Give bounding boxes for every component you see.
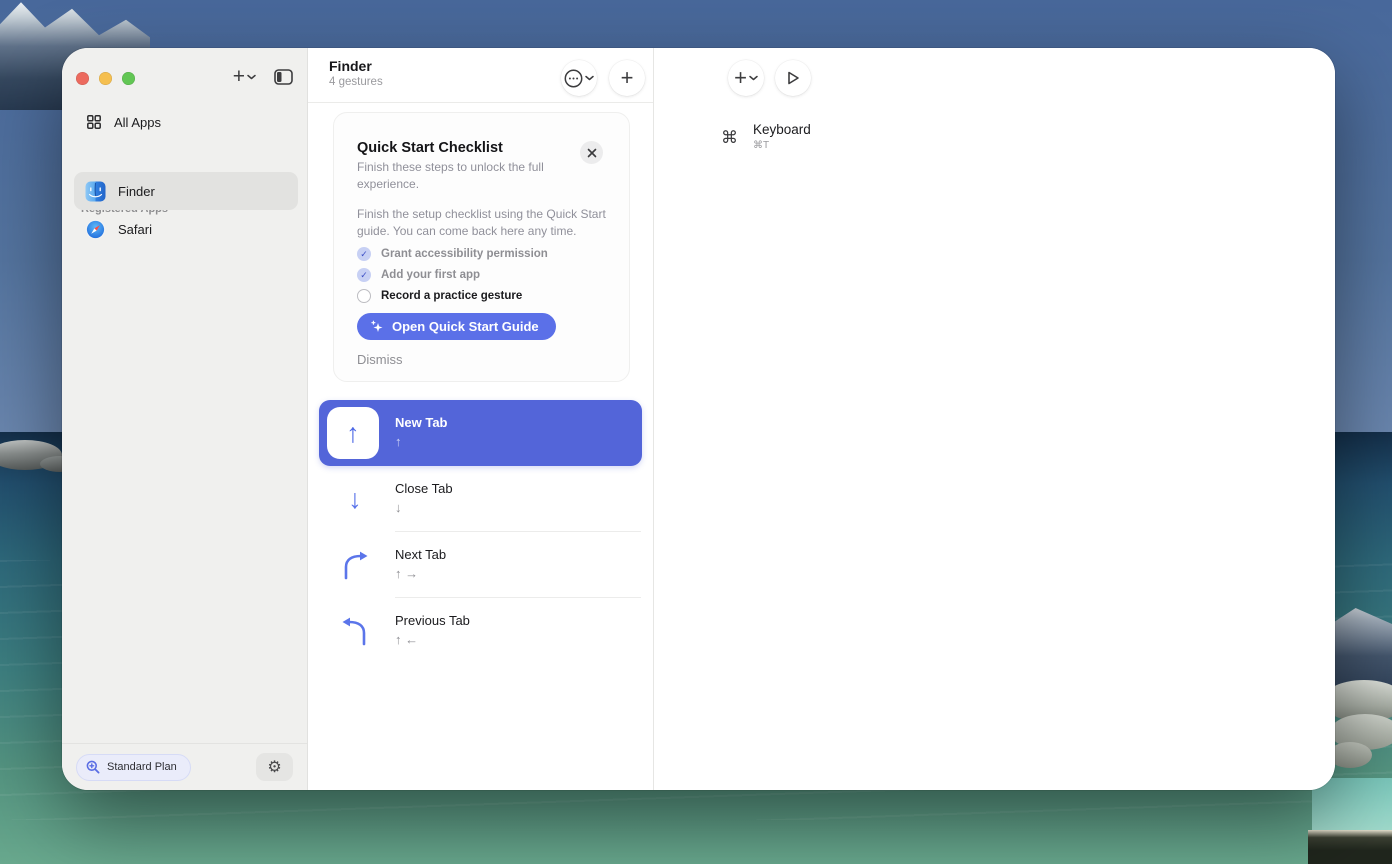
- plan-badge[interactable]: Standard Plan: [76, 754, 191, 781]
- checklist-item-label: Grant accessibility permission: [381, 248, 548, 260]
- sidebar-item-safari[interactable]: Safari: [74, 210, 298, 248]
- sidebar-footer: Standard Plan ⚙: [62, 743, 307, 790]
- more-options-button[interactable]: [561, 60, 597, 96]
- quick-start-checklist-card: Quick Start Checklist Finish these steps…: [333, 112, 630, 382]
- gesture-row-next-tab[interactable]: Next Tab ↑ →: [308, 532, 654, 598]
- gesture-title: Close Tab: [395, 481, 453, 496]
- plus-icon: +: [621, 67, 634, 89]
- finder-app-icon: [85, 181, 106, 202]
- gesture-shortcut: ↑: [395, 434, 448, 449]
- checklist-title: Quick Start Checklist: [357, 140, 503, 156]
- chevron-down-icon: [247, 74, 256, 80]
- checklist-item: ✓ Add your first app: [357, 266, 480, 284]
- zoom-window-button[interactable]: [122, 72, 135, 85]
- toggle-sidebar-button[interactable]: [274, 69, 293, 85]
- chevron-down-icon: [585, 75, 594, 81]
- checklist-item-label: Record a practice gesture: [381, 290, 522, 302]
- magnifier-plus-icon: [86, 760, 100, 774]
- open-quick-start-guide-button[interactable]: Open Quick Start Guide: [357, 313, 556, 340]
- add-action-button[interactable]: +: [728, 60, 764, 96]
- plus-icon: +: [734, 67, 747, 89]
- gesture-shortcut: ↑ →: [395, 566, 446, 581]
- gesture-row-close-tab[interactable]: ↓ Close Tab ↓: [308, 466, 654, 532]
- close-icon: [587, 148, 597, 158]
- gesture-shortcut: ↑ ←: [395, 632, 470, 647]
- wallpaper-shore: [1308, 830, 1392, 864]
- gesture-title: Previous Tab: [395, 613, 470, 628]
- cta-label: Open Quick Start Guide: [392, 319, 539, 334]
- action-title: Keyboard: [753, 122, 811, 137]
- checked-circle-icon: ✓: [357, 268, 371, 282]
- gear-icon: ⚙: [267, 757, 281, 777]
- checked-circle-icon: ✓: [357, 247, 371, 261]
- grid-icon: [87, 115, 101, 129]
- sidebar-toggle-icon: [274, 69, 293, 85]
- gesture-shortcut: ↓: [395, 500, 453, 515]
- sidebar-item-all-apps[interactable]: All Apps: [74, 107, 297, 137]
- actions-panel: + ⌘ Keyboard ⌘T: [655, 48, 1335, 790]
- gesture-title: New Tab: [395, 415, 448, 430]
- gestures-header: Finder 4 gestures +: [308, 48, 653, 103]
- play-icon: [785, 70, 801, 86]
- add-gesture-button[interactable]: +: [609, 60, 645, 96]
- minimize-window-button[interactable]: [99, 72, 112, 85]
- plus-icon: +: [233, 66, 245, 88]
- traffic-lights: [76, 72, 135, 85]
- plan-label: Standard Plan: [107, 761, 177, 773]
- ellipsis-circle-icon: [564, 69, 583, 88]
- dismiss-link[interactable]: Dismiss: [357, 352, 403, 367]
- curve-up-right-arrow-icon: [337, 547, 373, 583]
- gesture-row-new-tab[interactable]: ↑ New Tab ↑: [308, 400, 654, 466]
- app-title: Finder: [329, 58, 383, 74]
- chevron-down-icon: [749, 75, 758, 81]
- checklist-item-label: Add your first app: [381, 269, 480, 281]
- checklist-item: Record a practice gesture: [357, 287, 522, 305]
- gesture-count-label: 4 gestures: [329, 76, 383, 88]
- action-shortcut: ⌘T: [753, 140, 811, 151]
- app-window: + All Apps Registered Apps: [62, 48, 1335, 790]
- close-checklist-button[interactable]: [580, 141, 603, 164]
- actions-header: +: [655, 48, 1335, 103]
- action-item-keyboard[interactable]: ⌘ Keyboard ⌘T: [721, 122, 811, 151]
- app-name-label: Finder: [118, 184, 155, 199]
- gesture-row-previous-tab[interactable]: Previous Tab ↑ ←: [308, 598, 654, 664]
- add-app-button[interactable]: +: [233, 66, 256, 88]
- sidebar-item-finder[interactable]: Finder: [74, 172, 298, 210]
- command-icon: ⌘: [721, 128, 738, 151]
- arrow-up-icon: ↑: [346, 420, 360, 447]
- close-window-button[interactable]: [76, 72, 89, 85]
- curve-up-left-arrow-icon: [337, 613, 373, 649]
- sidebar-toolbar: +: [233, 66, 293, 88]
- checklist-subtitle: Finish these steps to unlock the full ex…: [357, 159, 557, 193]
- gestures-panel: Finder 4 gestures + Quick Start Checklis…: [308, 48, 654, 790]
- checklist-description: Finish the setup checklist using the Qui…: [357, 206, 613, 240]
- checklist-item: ✓ Grant accessibility permission: [357, 245, 548, 263]
- safari-app-icon: [85, 219, 106, 240]
- gesture-icon-box: ↑: [327, 407, 379, 459]
- settings-button[interactable]: ⚙: [256, 753, 293, 781]
- run-action-button[interactable]: [775, 60, 811, 96]
- unchecked-circle-icon: [357, 289, 371, 303]
- app-name-label: Safari: [118, 222, 152, 237]
- gesture-title: Next Tab: [395, 547, 446, 562]
- sidebar: + All Apps Registered Apps: [62, 48, 308, 790]
- sparkle-icon: [370, 320, 384, 334]
- gestures-header-title-block: Finder 4 gestures: [329, 58, 383, 88]
- arrow-down-icon: ↓: [337, 481, 373, 517]
- all-apps-label: All Apps: [114, 115, 161, 130]
